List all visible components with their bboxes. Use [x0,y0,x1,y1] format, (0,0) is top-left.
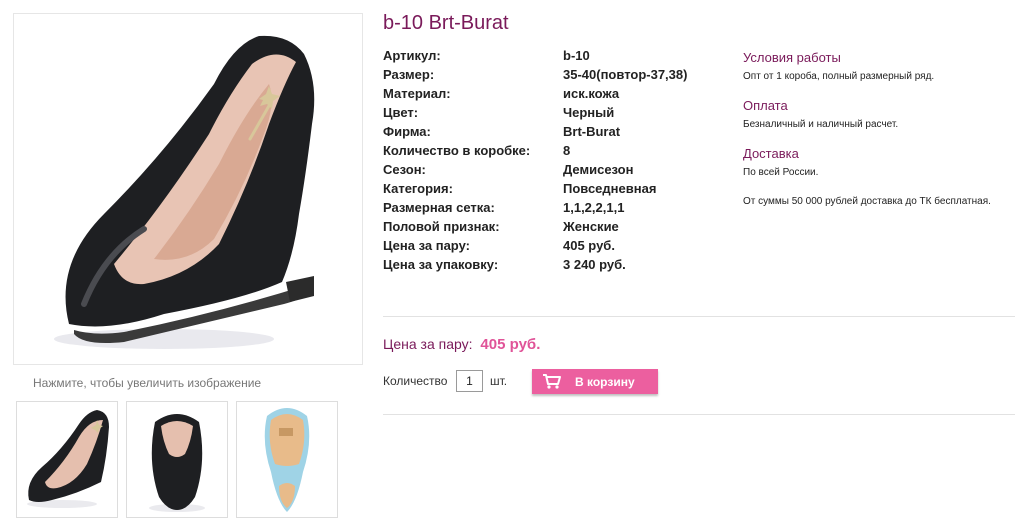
spec-label: Размер: [383,67,435,82]
delivery-text: По всей России. [743,167,819,178]
spec-label: Половой признак: [383,219,500,234]
price-line: Цена за пару: 405 руб. [383,336,540,353]
spec-value: 3 240 руб. [563,257,626,272]
spec-value: Женские [563,219,619,234]
product-title: b-10 Brt-Burat [383,12,509,34]
spec-value: 1,1,2,2,1,1 [563,200,625,215]
shoe-image [14,14,362,364]
spec-row: Цена за пару: 405 руб. [383,238,723,257]
spec-row: Артикул: b-10 [383,48,723,67]
shoe-thumb-front [149,414,205,512]
price-value: 405 руб. [480,336,541,353]
spec-row: Количество в коробке: 8 [383,143,723,162]
quantity-label: Количество [383,374,448,388]
price-label: Цена за пару: [383,336,473,352]
spec-value: Повседневная [563,181,657,196]
spec-label: Цена за упаковку: [383,257,499,272]
spec-label: Фирма: [383,124,431,139]
divider-top [383,316,1015,317]
spec-label: Артикул: [383,48,441,63]
spec-value: 8 [563,143,571,158]
spec-label: Категория: [383,181,453,196]
delivery-note: От суммы 50 000 рублей доставка до ТК бе… [743,196,991,207]
spec-row: Половой признак: Женские [383,219,723,238]
delivery-heading[interactable]: Доставка [743,146,799,161]
quantity-unit: шт. [490,374,508,388]
spec-row: Фирма: Brt-Burat [383,124,723,143]
spec-row: Категория: Повседневная [383,181,723,200]
spec-row: Сезон: Демисезон [383,162,723,181]
zoom-hint[interactable]: Нажмите, чтобы увеличить изображение [33,376,261,390]
payment-heading[interactable]: Оплата [743,98,788,113]
thumbnail-sole-view[interactable] [236,401,338,518]
spec-label: Цвет: [383,105,419,120]
spec-value: 405 руб. [563,238,615,253]
payment-text: Безналичный и наличный расчет. [743,119,899,130]
thumbnail-side-view[interactable] [16,401,118,518]
shoe-thumb-sole [264,408,310,512]
add-to-cart-button[interactable]: В корзину [532,369,658,394]
spec-row: Размерная сетка: 1,1,2,2,1,1 [383,200,723,219]
spec-label: Материал: [383,86,451,101]
shoe-thumb-side [27,410,109,508]
spec-row: Материал: иск.кожа [383,86,723,105]
spec-value: Черный [563,105,615,120]
spec-value: 35-40(повтор-37,38) [563,67,688,82]
add-to-cart-label: В корзину [575,375,635,389]
spec-value: Демисезон [563,162,634,177]
terms-text: Опт от 1 короба, полный размерный ряд. [743,71,935,82]
quantity-input[interactable] [456,370,483,392]
cart-icon [542,373,562,392]
spec-row: Цена за упаковку: 3 240 руб. [383,257,723,276]
spec-label: Количество в коробке: [383,143,531,158]
terms-heading[interactable]: Условия работы [743,50,841,65]
main-product-image[interactable] [13,13,363,365]
spec-row: Цвет: Черный [383,105,723,124]
spec-label: Размерная сетка: [383,200,495,215]
spec-row: Размер: 35-40(повтор-37,38) [383,67,723,86]
spec-label: Цена за пару: [383,238,470,253]
divider-bottom [383,414,1015,415]
thumbnail-front-view[interactable] [126,401,228,518]
spec-value: иск.кожа [563,86,620,101]
spec-value: b-10 [563,48,590,63]
spec-label: Сезон: [383,162,426,177]
spec-value: Brt-Burat [563,124,621,139]
